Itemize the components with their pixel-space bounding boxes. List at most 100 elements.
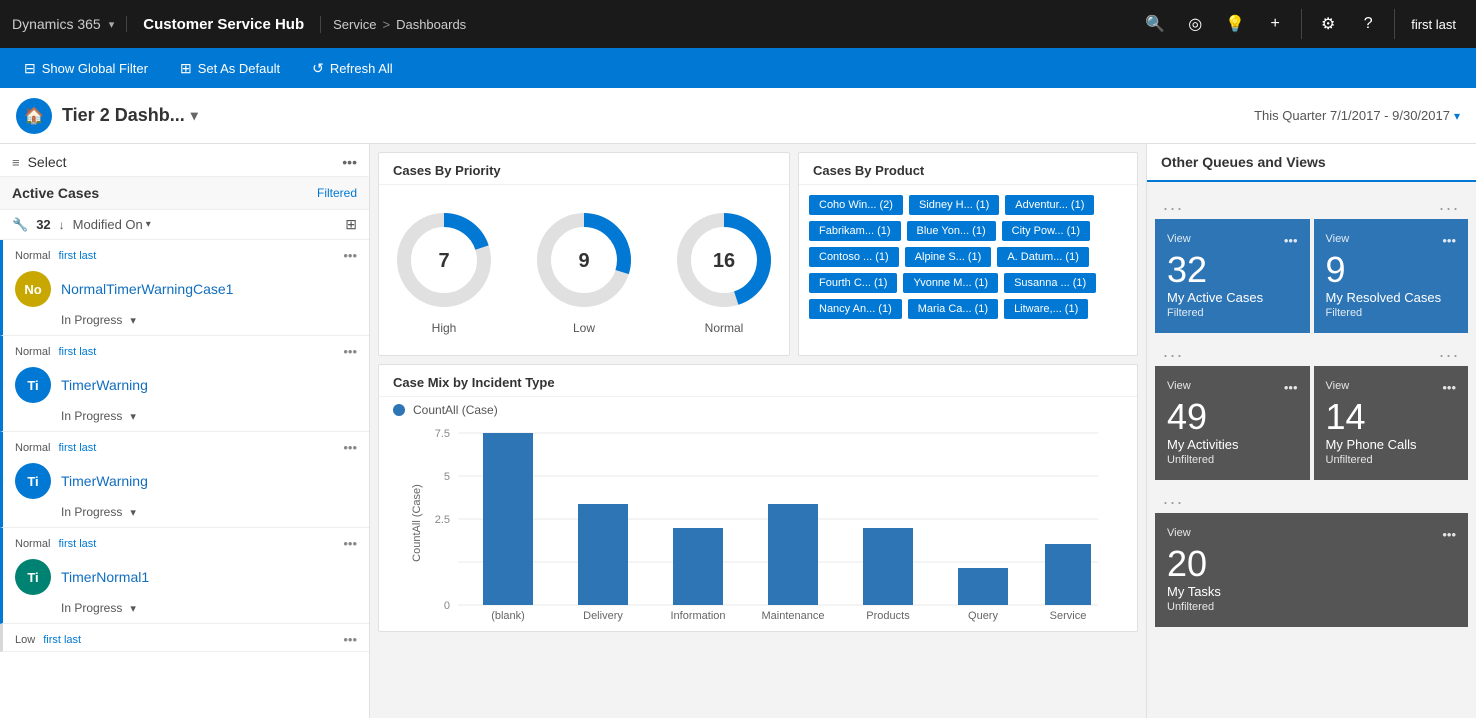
- case-expand-icon[interactable]: ▾: [130, 602, 136, 615]
- case-owner[interactable]: first last: [43, 634, 81, 646]
- view-label[interactable]: View: [1167, 527, 1191, 539]
- view-label[interactable]: View: [1167, 233, 1191, 245]
- case-name[interactable]: TimerNormal1: [61, 569, 357, 585]
- product-tag[interactable]: Yvonne M... (1): [903, 273, 998, 293]
- list-item: Normal first last ••• Ti TimerWarning In…: [0, 432, 369, 528]
- set-as-default-button[interactable]: ⊞ Set As Default: [172, 56, 288, 81]
- add-icon[interactable]: +: [1257, 6, 1293, 42]
- case-name[interactable]: TimerWarning: [61, 377, 357, 393]
- settings-icon[interactable]: ⚙: [1310, 6, 1346, 42]
- dashboard-title-button[interactable]: Tier 2 Dashb... ▾: [62, 105, 198, 126]
- case-expand-icon[interactable]: ▾: [130, 506, 136, 519]
- my-tasks-card[interactable]: View ••• 20 My Tasks Unfiltered: [1155, 513, 1468, 627]
- donuts-row: 7 High 9 Low: [389, 195, 779, 345]
- recent-icon[interactable]: ◎: [1177, 6, 1213, 42]
- svg-text:7.5: 7.5: [435, 428, 450, 440]
- product-tag[interactable]: Fourth C... (1): [809, 273, 897, 293]
- product-tag[interactable]: A. Datum... (1): [997, 247, 1089, 267]
- case-more-icon[interactable]: •••: [343, 536, 357, 551]
- cases-title: Active Cases: [12, 185, 99, 201]
- case-body: Ti TimerWarning: [3, 459, 369, 503]
- svg-text:16: 16: [713, 250, 735, 272]
- priority-chart-area: 7 High 9 Low: [379, 185, 789, 355]
- sort-by-label[interactable]: Modified On ▾: [73, 217, 151, 232]
- svg-text:Products: Products: [866, 610, 910, 622]
- product-tag[interactable]: Alpine S... (1): [905, 247, 992, 267]
- show-global-filter-button[interactable]: ⊟ Show Global Filter: [16, 56, 156, 81]
- help-icon[interactable]: 💡: [1217, 6, 1253, 42]
- svg-text:0: 0: [444, 600, 450, 612]
- case-owner[interactable]: first last: [58, 346, 96, 358]
- card-more-icon[interactable]: •••: [1284, 233, 1298, 248]
- donut-low-label: Low: [573, 321, 595, 335]
- product-tag[interactable]: Adventur... (1): [1005, 195, 1094, 215]
- case-expand-icon[interactable]: ▾: [130, 410, 136, 423]
- toolbar: ⊟ Show Global Filter ⊞ Set As Default ↺ …: [0, 48, 1476, 88]
- bar-information: [673, 528, 723, 605]
- dashboard-title-text: Tier 2 Dashb...: [62, 105, 185, 126]
- question-icon[interactable]: ?: [1350, 6, 1386, 42]
- bottom-dots-left[interactable]: ...: [1163, 488, 1184, 509]
- nav-divider-2: [1394, 9, 1395, 39]
- case-header: Normal first last •••: [3, 432, 369, 459]
- svg-text:(blank): (blank): [491, 610, 525, 622]
- view-label[interactable]: View: [1326, 380, 1350, 392]
- filtered-badge: Filtered: [317, 186, 357, 200]
- tasks-subtitle: Unfiltered: [1167, 601, 1456, 613]
- product-tag[interactable]: Sidney H... (1): [909, 195, 999, 215]
- product-tag[interactable]: City Pow... (1): [1002, 221, 1090, 241]
- case-owner[interactable]: first last: [58, 250, 96, 262]
- case-name[interactable]: TimerWarning: [61, 473, 357, 489]
- date-range-dropdown-icon[interactable]: ▾: [1454, 109, 1460, 123]
- avatar: Ti: [15, 463, 51, 499]
- mid-dots-left[interactable]: ...: [1163, 341, 1184, 362]
- card-more-icon[interactable]: •••: [1442, 380, 1456, 395]
- refresh-all-label: Refresh All: [330, 61, 393, 76]
- card-more-icon[interactable]: •••: [1442, 527, 1456, 542]
- case-more-icon[interactable]: •••: [343, 632, 357, 647]
- grid-view-icon[interactable]: ⊞: [345, 216, 357, 233]
- case-owner[interactable]: first last: [58, 442, 96, 454]
- top-dots-row: ... ...: [1155, 190, 1468, 219]
- product-tag[interactable]: Susanna ... (1): [1004, 273, 1096, 293]
- case-more-icon[interactable]: •••: [343, 248, 357, 263]
- activities-title: My Activities: [1167, 437, 1298, 452]
- select-more-icon[interactable]: •••: [342, 154, 357, 170]
- my-active-cases-card[interactable]: View ••• 32 My Active Cases Filtered: [1155, 219, 1310, 333]
- card-more-icon[interactable]: •••: [1442, 233, 1456, 248]
- top-dots-right[interactable]: ...: [1439, 194, 1460, 215]
- view-label[interactable]: View: [1326, 233, 1350, 245]
- product-tag[interactable]: Litware,... (1): [1004, 299, 1088, 319]
- product-tag[interactable]: Blue Yon... (1): [907, 221, 996, 241]
- case-status: In Progress: [61, 313, 122, 327]
- case-expand-icon[interactable]: ▾: [130, 314, 136, 327]
- product-tag[interactable]: Fabrikam... (1): [809, 221, 901, 241]
- breadcrumb-page[interactable]: Dashboards: [396, 17, 466, 32]
- product-tag[interactable]: Maria Ca... (1): [908, 299, 998, 319]
- user-display-name[interactable]: first last: [1403, 17, 1464, 32]
- top-dots-left[interactable]: ...: [1163, 194, 1184, 215]
- my-resolved-cases-card[interactable]: View ••• 9 My Resolved Cases Filtered: [1314, 219, 1469, 333]
- refresh-all-button[interactable]: ↺ Refresh All: [304, 56, 401, 81]
- case-name[interactable]: NormalTimerWarningCase1: [61, 281, 357, 297]
- view-label[interactable]: View: [1167, 380, 1191, 392]
- my-activities-card[interactable]: View ••• 49 My Activities Unfiltered: [1155, 366, 1310, 480]
- select-label[interactable]: Select: [28, 154, 67, 170]
- case-more-icon[interactable]: •••: [343, 440, 357, 455]
- dynamics-brand[interactable]: Dynamics 365 ▾: [12, 16, 127, 32]
- card-more-icon[interactable]: •••: [1284, 380, 1298, 395]
- list-item: Normal first last ••• Ti TimerWarning In…: [0, 336, 369, 432]
- my-phone-calls-card[interactable]: View ••• 14 My Phone Calls Unfiltered: [1314, 366, 1469, 480]
- product-tag[interactable]: Contoso ... (1): [809, 247, 899, 267]
- breadcrumb-service[interactable]: Service: [333, 17, 376, 32]
- search-icon[interactable]: 🔍: [1137, 6, 1173, 42]
- case-more-icon[interactable]: •••: [343, 344, 357, 359]
- product-tag[interactable]: Nancy An... (1): [809, 299, 902, 319]
- brand-dropdown-icon[interactable]: ▾: [109, 18, 115, 31]
- product-tag[interactable]: Coho Win... (2): [809, 195, 903, 215]
- case-header: Low first last •••: [3, 624, 369, 651]
- mid-dots-right[interactable]: ...: [1439, 341, 1460, 362]
- bar-products: [863, 528, 913, 605]
- svg-text:7: 7: [438, 250, 449, 272]
- case-owner[interactable]: first last: [58, 538, 96, 550]
